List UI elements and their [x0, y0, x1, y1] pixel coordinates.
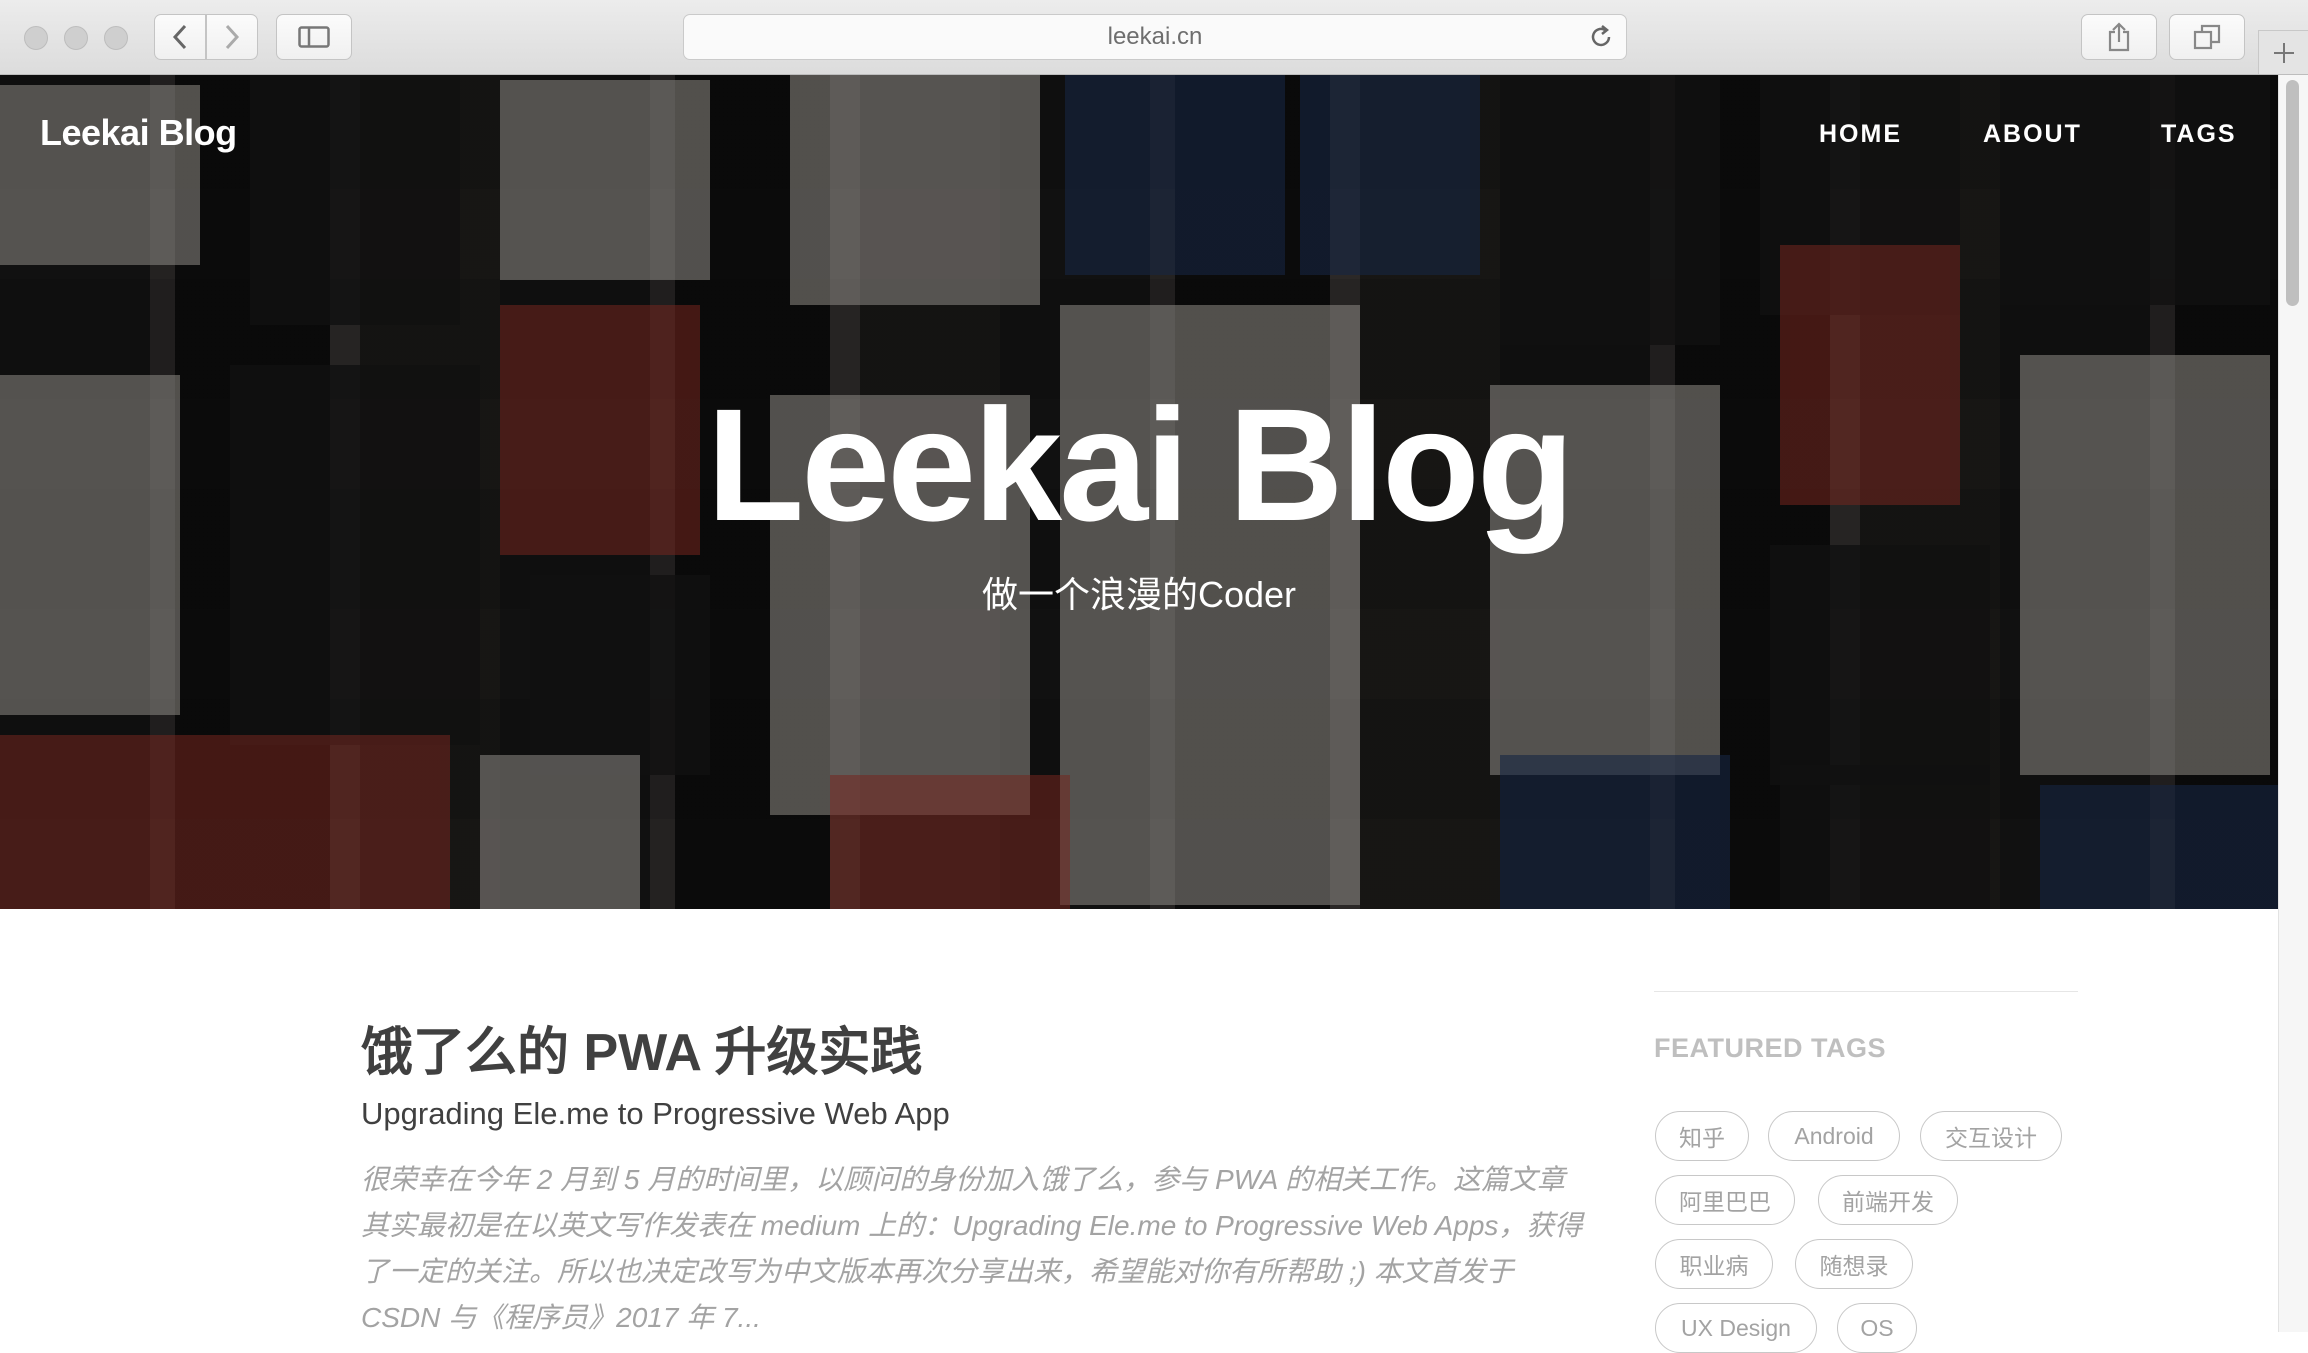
tag-link[interactable]: OS: [1837, 1303, 1917, 1353]
share-icon: [2108, 22, 2130, 52]
sidebar-icon: [298, 26, 330, 48]
tag-link[interactable]: 前端开发: [1818, 1175, 1958, 1225]
sidebar-toggle-button[interactable]: [276, 14, 352, 60]
forward-button[interactable]: [206, 14, 258, 60]
tag-link[interactable]: 职业病: [1655, 1239, 1773, 1289]
sidebar-divider: [1654, 991, 2078, 992]
tag-link[interactable]: 交互设计: [1920, 1111, 2062, 1161]
chevron-right-icon: [225, 24, 240, 50]
plus-icon: [2273, 42, 2294, 63]
nav-home-link[interactable]: HOME: [1819, 120, 1902, 149]
site-brand-link[interactable]: Leekai Blog: [40, 112, 237, 154]
back-button[interactable]: [154, 14, 206, 60]
post-title-link[interactable]: 饿了么的 PWA 升级实践: [361, 1010, 922, 1085]
share-button[interactable]: [2081, 14, 2157, 60]
featured-tags-heading: FEATURED TAGS: [1654, 1033, 1886, 1063]
page-scrollbar-thumb[interactable]: [2286, 80, 2299, 306]
post-subtitle[interactable]: Upgrading Ele.me to Progressive Web App: [361, 1096, 950, 1132]
close-window-button[interactable]: [24, 26, 48, 50]
new-tab-button[interactable]: [2258, 30, 2308, 74]
browser-toolbar: leekai.cn: [0, 0, 2308, 75]
tag-link[interactable]: UX Design: [1655, 1303, 1817, 1353]
tabs-overview-button[interactable]: [2169, 14, 2245, 60]
nav-about-link[interactable]: ABOUT: [1983, 120, 2082, 149]
post-excerpt: 很荣幸在今年 2 月到 5 月的时间里，以顾问的身份加入饿了么，参与 PWA 的…: [361, 1164, 1583, 1333]
nav-tags-link[interactable]: TAGS: [2161, 120, 2237, 149]
minimize-window-button[interactable]: [64, 26, 88, 50]
tag-link[interactable]: 知乎: [1655, 1111, 1749, 1161]
address-bar[interactable]: leekai.cn: [683, 14, 1627, 60]
address-text: leekai.cn: [1107, 23, 1203, 50]
tabs-icon: [2193, 24, 2221, 50]
tag-link[interactable]: 阿里巴巴: [1655, 1175, 1795, 1225]
zoom-window-button[interactable]: [104, 26, 128, 50]
tag-link[interactable]: Android: [1768, 1111, 1900, 1161]
hero-title: Leekai Blog: [706, 375, 1574, 554]
reload-icon[interactable]: [1588, 24, 1614, 50]
tag-link[interactable]: 随想录: [1795, 1239, 1913, 1289]
chevron-left-icon: [172, 24, 187, 50]
hero-subtitle: 做一个浪漫的Coder: [981, 574, 1297, 615]
